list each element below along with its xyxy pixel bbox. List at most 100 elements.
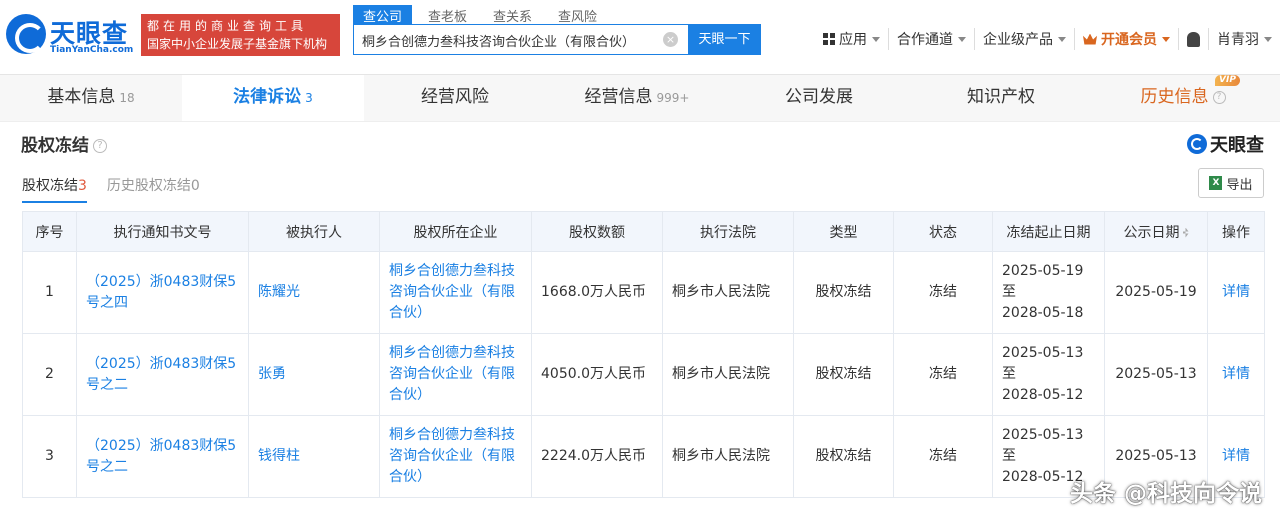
- tab-count: 999+: [656, 91, 690, 105]
- sub-tabs: 股权冻结3 历史股权冻结0: [22, 175, 220, 203]
- nav-notifications[interactable]: [1179, 28, 1209, 50]
- search-input[interactable]: 桐乡合创德力叁科技咨询合伙企业（有限合伙） ×: [353, 24, 689, 55]
- tab-history[interactable]: 历史信息? VIP: [1092, 75, 1274, 121]
- row-number: 3: [22, 415, 77, 498]
- court-cell: 桐乡市人民法院: [662, 333, 794, 416]
- status-cell: 冻结: [893, 415, 993, 498]
- tab-label: 基本信息: [47, 87, 116, 107]
- freeze-end: 2028-05-12: [1002, 387, 1084, 403]
- chevron-down-icon: [958, 36, 966, 42]
- toutiao-watermark: 头条 @科技向令说: [1069, 481, 1262, 507]
- col-header: 被执行人: [248, 211, 380, 252]
- search-tab-boss[interactable]: 查老板: [418, 5, 477, 26]
- slogan-line-1: 都在用的商业查询工具: [147, 19, 308, 33]
- table-row: 2 （2025）浙0483财保5号之二 张勇 桐乡合创德力叁科技咨询合伙企业（有…: [22, 333, 1265, 416]
- main-tabs: 基本信息 18 法律诉讼 3 经营风险 经营信息 999+ 公司发展 知识产权 历史信…: [0, 75, 1280, 122]
- type-cell: 股权冻结: [793, 251, 894, 334]
- logo-eye-icon: [6, 14, 46, 54]
- company-link[interactable]: 桐乡合创德力叁科技咨询合伙企业（有限合伙）: [379, 415, 532, 498]
- clear-icon[interactable]: ×: [663, 32, 678, 47]
- freeze-end: 2028-05-18: [1002, 305, 1084, 321]
- tab-label: 法律诉讼: [233, 87, 302, 107]
- subtab-history-freeze[interactable]: 历史股权冻结0: [107, 175, 200, 203]
- freeze-period-cell: 2025-05-19 至 2028-05-18: [992, 251, 1105, 334]
- doc-number-link[interactable]: （2025）浙0483财保5号之四: [76, 251, 249, 334]
- col-header: 序号: [22, 211, 77, 252]
- person-link[interactable]: 钱得柱: [248, 415, 380, 498]
- tab-count: 18: [119, 91, 135, 105]
- col-header: 操作: [1207, 211, 1265, 252]
- tab-legal[interactable]: 法律诉讼 3: [182, 75, 364, 121]
- freeze-start: 2025-05-13 至: [1002, 427, 1084, 464]
- col-header: 执行通知书文号: [76, 211, 249, 252]
- type-cell: 股权冻结: [793, 415, 894, 498]
- tab-basic-info[interactable]: 基本信息 18: [0, 75, 182, 121]
- company-link[interactable]: 桐乡合创德力叁科技咨询合伙企业（有限合伙）: [379, 333, 532, 416]
- sort-icon[interactable]: [1182, 227, 1189, 238]
- detail-link[interactable]: 详情: [1207, 251, 1265, 334]
- amount-cell: 1668.0万人民币: [531, 251, 663, 334]
- equity-freeze-table: 序号 执行通知书文号 被执行人 股权所在企业 股权数额 执行法院 类型 状态 冻…: [22, 211, 1265, 498]
- nav-channel[interactable]: 合作通道: [889, 28, 975, 50]
- status-cell: 冻结: [893, 333, 993, 416]
- status-cell: 冻结: [893, 251, 993, 334]
- subtab-label: 股权冻结: [22, 178, 78, 194]
- chevron-down-icon: [1058, 36, 1066, 42]
- nav-enterprise[interactable]: 企业级产品: [975, 28, 1075, 50]
- grid-icon: [823, 33, 835, 45]
- tab-label: 经营风险: [421, 87, 489, 107]
- person-link[interactable]: 陈耀光: [248, 251, 380, 334]
- tab-label: 知识产权: [967, 87, 1035, 107]
- export-button[interactable]: X 导出: [1198, 168, 1264, 198]
- table-header-row: 序号 执行通知书文号 被执行人 股权所在企业 股权数额 执行法院 类型 状态 冻…: [22, 211, 1265, 252]
- tab-label: 经营信息: [584, 87, 653, 107]
- bell-icon: [1187, 31, 1200, 47]
- logo-domain: TianYanCha.com: [50, 45, 134, 55]
- tab-label: 历史信息: [1140, 87, 1209, 107]
- nav-apps[interactable]: 应用: [815, 28, 889, 50]
- tab-business-info[interactable]: 经营信息 999+: [546, 75, 728, 121]
- search-tab-company[interactable]: 查公司: [353, 5, 413, 26]
- export-label: 导出: [1226, 177, 1253, 193]
- col-header-sortable[interactable]: 公示日期: [1104, 211, 1208, 252]
- excel-icon: X: [1209, 176, 1223, 190]
- tab-development[interactable]: 公司发展: [728, 75, 910, 121]
- search-tab-risk[interactable]: 查风险: [548, 5, 607, 26]
- detail-link[interactable]: 详情: [1207, 333, 1265, 416]
- search-tab-relation[interactable]: 查关系: [483, 5, 542, 26]
- person-link[interactable]: 张勇: [248, 333, 380, 416]
- col-header: 冻结起止日期: [992, 211, 1105, 252]
- help-icon[interactable]: ?: [93, 139, 107, 153]
- top-header: 天眼查 TianYanCha.com 都在用的商业查询工具 国家中小企业发展子基…: [0, 0, 1280, 75]
- subtab-count: 3: [78, 178, 87, 194]
- crown-icon: [1083, 33, 1097, 45]
- publish-date-cell: 2025-05-19: [1104, 251, 1208, 334]
- nav-user[interactable]: 肖青羽: [1209, 28, 1280, 50]
- court-cell: 桐乡市人民法院: [662, 415, 794, 498]
- nav-channel-label: 合作通道: [897, 32, 953, 48]
- tab-ip[interactable]: 知识产权: [910, 75, 1092, 121]
- amount-cell: 2224.0万人民币: [531, 415, 663, 498]
- search-type-tabs: 查公司 查老板 查关系 查风险: [353, 5, 613, 26]
- subtab-equity-freeze[interactable]: 股权冻结3: [22, 175, 87, 203]
- user-name: 肖青羽: [1217, 32, 1259, 48]
- chevron-down-icon: [872, 36, 880, 42]
- tianyancha-logo[interactable]: 天眼查 TianYanCha.com: [6, 14, 134, 58]
- col-header: 股权数额: [531, 211, 663, 252]
- search-button[interactable]: 天眼一下: [688, 24, 761, 55]
- col-header: 执行法院: [662, 211, 794, 252]
- nav-vip[interactable]: 开通会员: [1075, 28, 1179, 50]
- chevron-down-icon: [1162, 36, 1170, 42]
- company-link[interactable]: 桐乡合创德力叁科技咨询合伙企业（有限合伙）: [379, 251, 532, 334]
- doc-number-link[interactable]: （2025）浙0483财保5号之二: [76, 415, 249, 498]
- row-number: 1: [22, 251, 77, 334]
- nav-vip-label: 开通会员: [1101, 32, 1157, 48]
- slogan-banner: 都在用的商业查询工具 国家中小企业发展子基金旗下机构: [141, 14, 340, 56]
- doc-number-link[interactable]: （2025）浙0483财保5号之二: [76, 333, 249, 416]
- col-header-label: 公示日期: [1123, 224, 1180, 241]
- tab-label: 公司发展: [785, 87, 853, 107]
- brand-watermark: 天眼查: [1187, 131, 1264, 157]
- court-cell: 桐乡市人民法院: [662, 251, 794, 334]
- freeze-period-cell: 2025-05-13 至 2028-05-12: [992, 333, 1105, 416]
- tab-business-risk[interactable]: 经营风险: [364, 75, 546, 121]
